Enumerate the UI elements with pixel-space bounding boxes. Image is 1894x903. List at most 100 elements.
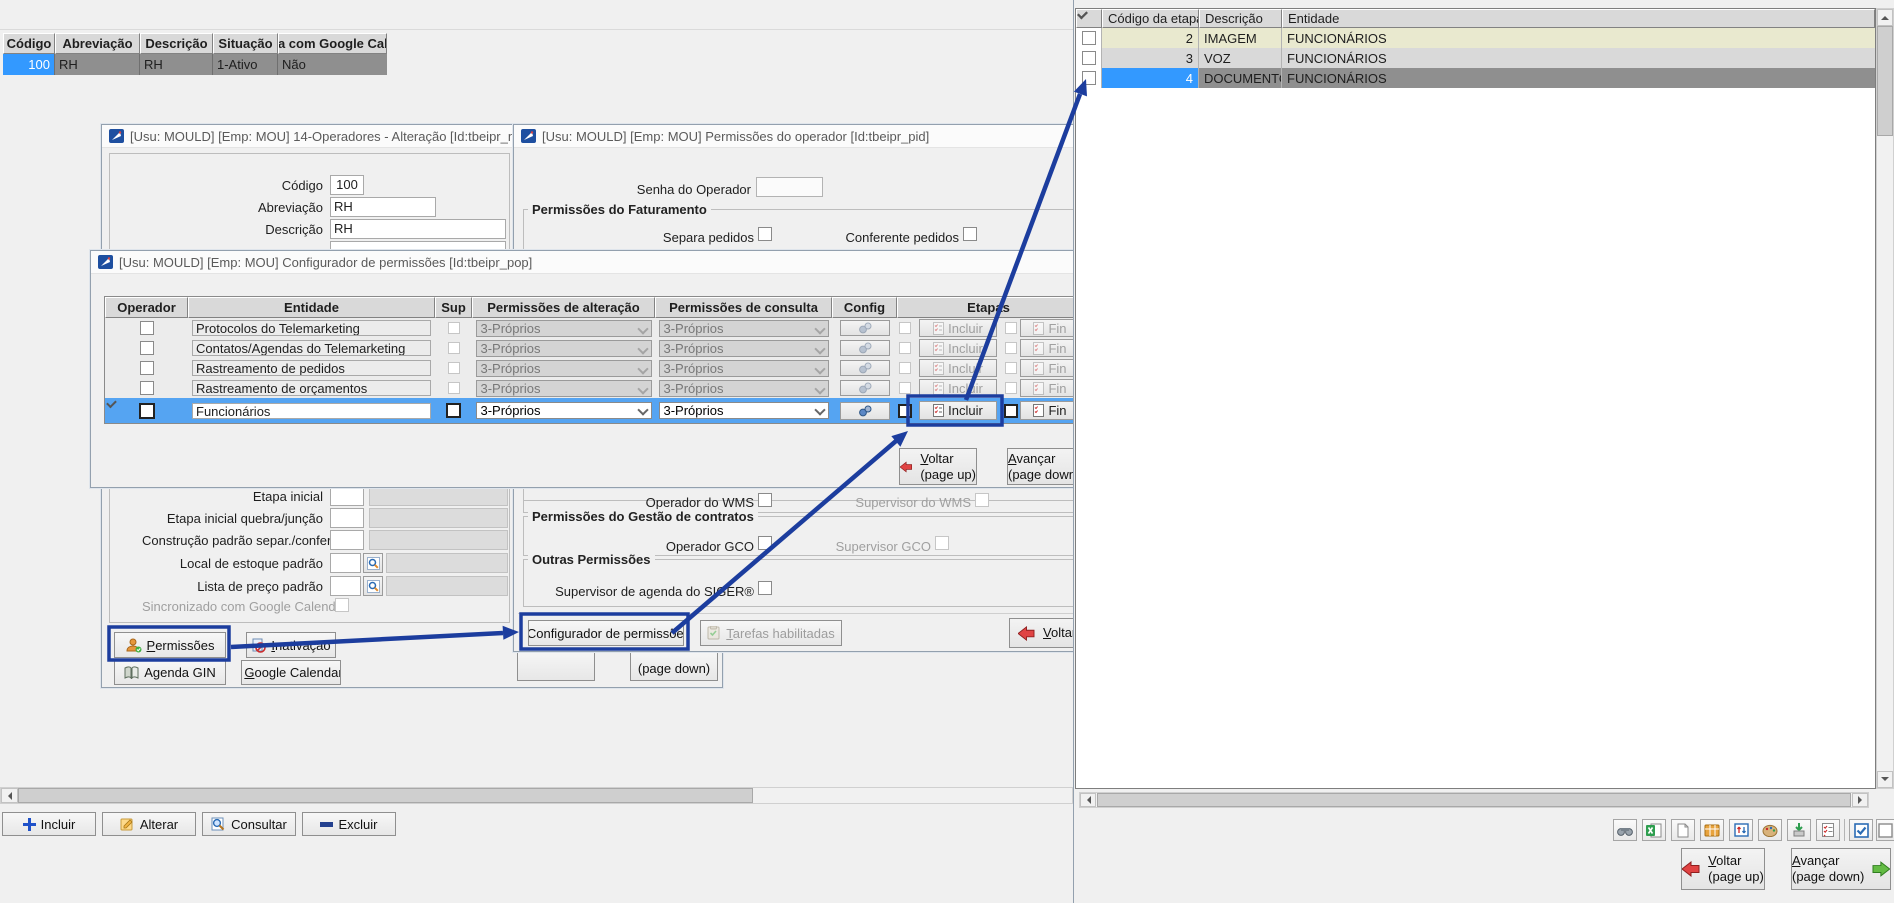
etapa-fin-button[interactable]: Fin bbox=[1020, 401, 1080, 420]
search-binoculars-button[interactable] bbox=[1613, 819, 1637, 841]
permissao-consulta-select[interactable]: 3-Próprios bbox=[658, 339, 829, 357]
permissao-alteracao-select[interactable]: 3-Próprios bbox=[475, 339, 652, 357]
etapa-fin-checkbox[interactable] bbox=[1005, 342, 1017, 354]
etapa-row[interactable]: 2 IMAGEM FUNCIONÁRIOS bbox=[1076, 28, 1875, 48]
cell-abreviacao[interactable]: RH bbox=[55, 54, 140, 75]
col-etapas[interactable]: Etapas bbox=[897, 297, 1080, 318]
operador-checkbox[interactable] bbox=[139, 361, 154, 375]
row-checkbox[interactable] bbox=[1081, 71, 1096, 85]
checklist-button[interactable] bbox=[1816, 819, 1840, 841]
row-checkbox[interactable] bbox=[1081, 51, 1096, 65]
main-h-scrollbar[interactable] bbox=[0, 787, 1073, 804]
col-operador[interactable]: Operador bbox=[105, 297, 188, 318]
conferente-pedidos-checkbox[interactable] bbox=[963, 227, 977, 241]
scrollbar-thumb[interactable] bbox=[1877, 26, 1893, 136]
column-header[interactable]: Código bbox=[3, 33, 55, 54]
new-document-button[interactable] bbox=[1671, 819, 1695, 841]
op-voltar-button-fragment[interactable] bbox=[517, 649, 595, 681]
sup-checkbox[interactable] bbox=[447, 342, 460, 354]
etapa-incluir-button[interactable]: Incluir bbox=[919, 339, 997, 357]
permissao-consulta-select[interactable]: 3-Próprios bbox=[658, 319, 829, 337]
grid-row[interactable]: Protocolos do Telemarketing 3-Próprios 3… bbox=[105, 318, 1080, 338]
etapa-fin-checkbox[interactable] bbox=[1005, 382, 1017, 394]
col-entidade[interactable]: Entidade bbox=[1282, 9, 1875, 28]
permissao-alteracao-select[interactable]: 3-Próprios bbox=[475, 379, 652, 397]
cell-descricao[interactable]: IMAGEM bbox=[1199, 28, 1282, 48]
etapa-fin-button[interactable]: Fin bbox=[1020, 359, 1080, 377]
config-button[interactable] bbox=[839, 401, 890, 420]
tarefas-habilitadas-button[interactable]: Tarefas habilitadas bbox=[700, 620, 842, 646]
separa-pedidos-checkbox[interactable] bbox=[758, 227, 772, 241]
configurador-titlebar[interactable]: [Usu: MOULD] [Emp: MOU] Configurador de … bbox=[91, 251, 1086, 274]
local-estoque-lookup-button[interactable] bbox=[363, 553, 383, 573]
sup-checkbox[interactable] bbox=[447, 362, 460, 374]
select-all-button[interactable] bbox=[1849, 819, 1873, 841]
etapa-inicial-input[interactable] bbox=[330, 486, 364, 506]
scroll-up-button[interactable] bbox=[1877, 9, 1893, 26]
col-descricao[interactable]: Descrição bbox=[1199, 9, 1282, 28]
cell-entidade[interactable]: FUNCIONÁRIOS bbox=[1282, 28, 1875, 48]
supervisor-agenda-checkbox[interactable] bbox=[758, 581, 772, 595]
etapa-fin-button[interactable]: Fin bbox=[1020, 319, 1080, 337]
op-avancar-button-fragment[interactable]: (page down) bbox=[630, 649, 718, 681]
sup-checkbox[interactable] bbox=[446, 403, 461, 418]
grid-row[interactable]: Contatos/Agendas do Telemarketing 3-Próp… bbox=[105, 338, 1080, 358]
config-button[interactable] bbox=[839, 380, 890, 396]
grid-row[interactable]: Rastreamento de pedidos 3-Próprios 3-Pró… bbox=[105, 358, 1080, 378]
local-estoque-input[interactable] bbox=[330, 553, 361, 573]
permissao-consulta-select[interactable]: 3-Próprios bbox=[658, 379, 829, 397]
etapa-row[interactable]: 3 VOZ FUNCIONÁRIOS bbox=[1076, 48, 1875, 68]
etapa-incluir-checkbox[interactable] bbox=[897, 403, 912, 418]
col-entidade[interactable]: Entidade bbox=[188, 297, 435, 318]
etapa-fin-checkbox[interactable] bbox=[1004, 403, 1018, 418]
palette-button[interactable] bbox=[1758, 819, 1782, 841]
column-header[interactable]: Abreviação bbox=[55, 33, 140, 54]
scroll-down-button[interactable] bbox=[1877, 771, 1893, 788]
consultar-button[interactable]: Consultar bbox=[202, 812, 296, 836]
column-header[interactable]: Situação bbox=[213, 33, 278, 54]
col-codigo-etapa[interactable]: Código da etapa bbox=[1102, 9, 1199, 28]
supervisor-wms-checkbox[interactable] bbox=[975, 493, 989, 507]
operador-checkbox[interactable] bbox=[139, 381, 154, 395]
col-sup[interactable]: Sup bbox=[435, 297, 472, 318]
sup-checkbox[interactable] bbox=[447, 322, 460, 334]
permissao-consulta-select[interactable]: 3-Próprios bbox=[658, 402, 829, 419]
etapa-incluir-button[interactable]: Incluir bbox=[919, 379, 997, 397]
agenda-gin-button[interactable]: Agenda GIN bbox=[114, 660, 226, 685]
etapa-row-selected[interactable]: 4 DOCUMENTOS FUNCIONÁRIOS bbox=[1076, 68, 1875, 88]
unselect-all-button[interactable] bbox=[1876, 819, 1894, 841]
scroll-left-button[interactable] bbox=[1080, 793, 1096, 807]
config-button[interactable] bbox=[839, 320, 890, 336]
cell-situacao[interactable]: 1-Ativo bbox=[213, 54, 278, 75]
col-alteracao[interactable]: Permissões de alteração bbox=[472, 297, 655, 318]
sincronizado-checkbox[interactable] bbox=[335, 598, 349, 612]
senha-input[interactable] bbox=[756, 177, 823, 197]
operador-checkbox[interactable] bbox=[139, 321, 154, 335]
etapa-incluir-checkbox[interactable] bbox=[898, 362, 911, 374]
panel-voltar-button[interactable]: Voltar (page up) bbox=[1681, 848, 1765, 890]
lista-preco-lookup-button[interactable] bbox=[363, 576, 383, 596]
grid-row-selected[interactable]: Funcionários 3-Próprios 3-Próprios Inclu… bbox=[105, 398, 1080, 423]
cell-codigo[interactable]: 4 bbox=[1102, 68, 1199, 88]
alterar-button[interactable]: Alterar bbox=[102, 812, 196, 836]
cell-integra[interactable]: Não bbox=[278, 54, 387, 75]
export-grid-button[interactable] bbox=[1700, 819, 1724, 841]
inativacao-button[interactable]: Inativação bbox=[246, 632, 336, 658]
cell-descricao[interactable]: VOZ bbox=[1199, 48, 1282, 68]
config-button[interactable] bbox=[839, 360, 890, 376]
operador-gco-checkbox[interactable] bbox=[758, 536, 772, 550]
descricao-input[interactable]: RH bbox=[330, 219, 506, 239]
etapa-incluir-checkbox[interactable] bbox=[898, 322, 911, 334]
incluir-button[interactable]: Incluir bbox=[2, 812, 96, 836]
cell-entidade[interactable]: FUNCIONÁRIOS bbox=[1282, 68, 1875, 88]
permissao-consulta-select[interactable]: 3-Próprios bbox=[658, 359, 829, 377]
permissao-alteracao-select[interactable]: 3-Próprios bbox=[475, 402, 652, 419]
etapa-fin-button[interactable]: Fin bbox=[1020, 339, 1080, 357]
abreviacao-input[interactable]: RH bbox=[330, 197, 436, 217]
sup-checkbox[interactable] bbox=[447, 382, 460, 394]
etapa-fin-checkbox[interactable] bbox=[1005, 322, 1017, 334]
cell-codigo[interactable]: 2 bbox=[1102, 28, 1199, 48]
permissao-alteracao-select[interactable]: 3-Próprios bbox=[475, 319, 652, 337]
cell-codigo[interactable]: 3 bbox=[1102, 48, 1199, 68]
etapas-v-scrollbar[interactable] bbox=[1876, 8, 1894, 789]
